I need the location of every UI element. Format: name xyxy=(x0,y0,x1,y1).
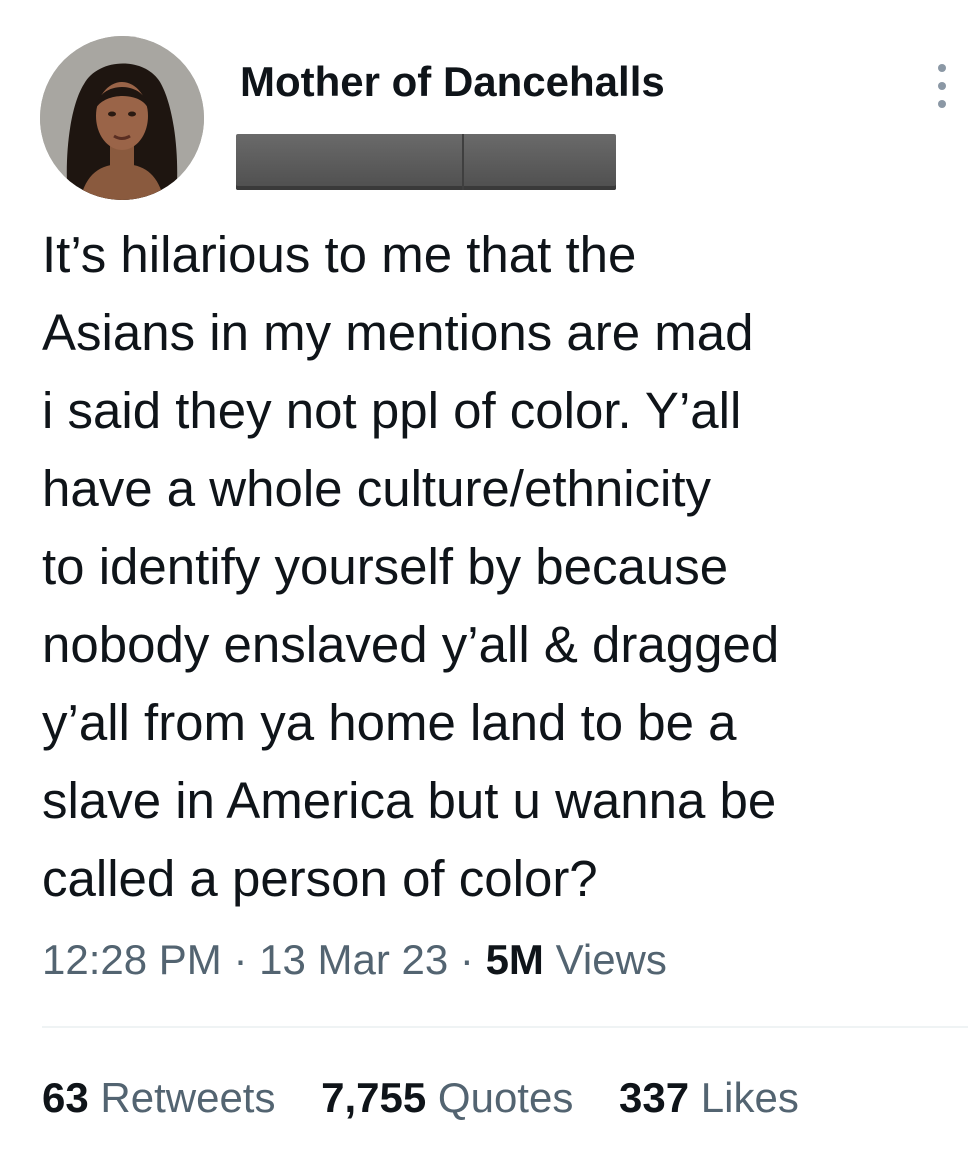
tweet-text-line: to identify yourself by because xyxy=(42,538,729,595)
more-vertical-icon xyxy=(938,82,946,90)
tweet-text-line: It’s hilarious to me that the xyxy=(42,226,637,283)
tweet-text-line: slave in America but u wanna be xyxy=(42,772,777,829)
quotes-label: Quotes xyxy=(437,1074,574,1121)
tweet-text-line: Asians in my mentions are mad xyxy=(42,304,754,361)
retweets-count: 63 xyxy=(42,1074,89,1121)
more-vertical-icon xyxy=(938,100,946,108)
tweet-meta: 12:28 PM · 13 Mar 23 · 5M Views xyxy=(42,936,667,984)
retweets-label: Retweets xyxy=(100,1074,276,1121)
more-vertical-icon xyxy=(938,64,946,72)
avatar-photo xyxy=(40,36,204,200)
views-label: Views xyxy=(555,936,667,983)
likes-label: Likes xyxy=(700,1074,799,1121)
likes-count: 337 xyxy=(619,1074,690,1121)
tweet-date[interactable]: 13 Mar 23 xyxy=(259,936,448,983)
display-name[interactable]: Mother of Dancehalls xyxy=(240,58,665,106)
tweet-text-line: have a whole culture/ethnicity xyxy=(42,460,712,517)
likes-stat[interactable]: 337 Likes xyxy=(619,1074,799,1121)
quotes-count: 7,755 xyxy=(321,1074,427,1121)
engagement-stats: 63 Retweets 7,755 Quotes 337 Likes xyxy=(42,1074,799,1122)
tweet-time[interactable]: 12:28 PM xyxy=(42,936,222,983)
separator: · xyxy=(459,936,474,983)
tweet-text-line: nobody enslaved y’all & dragged xyxy=(42,616,780,673)
retweets-stat[interactable]: 63 Retweets xyxy=(42,1074,287,1121)
more-options-button[interactable] xyxy=(928,64,956,108)
redacted-handle xyxy=(236,134,616,190)
avatar[interactable] xyxy=(40,36,204,200)
tweet-text-line: called a person of color? xyxy=(42,850,598,907)
separator: · xyxy=(233,936,248,983)
quotes-stat[interactable]: 7,755 Quotes xyxy=(321,1074,585,1121)
divider xyxy=(42,1026,968,1028)
tweet-text-line: y’all from ya home land to be a xyxy=(42,694,737,751)
views-count: 5M xyxy=(485,936,544,983)
tweet-text: It’s hilarious to me that the Asians in … xyxy=(42,216,942,918)
tweet-text-line: i said they not ppl of color. Y’all xyxy=(42,382,742,439)
